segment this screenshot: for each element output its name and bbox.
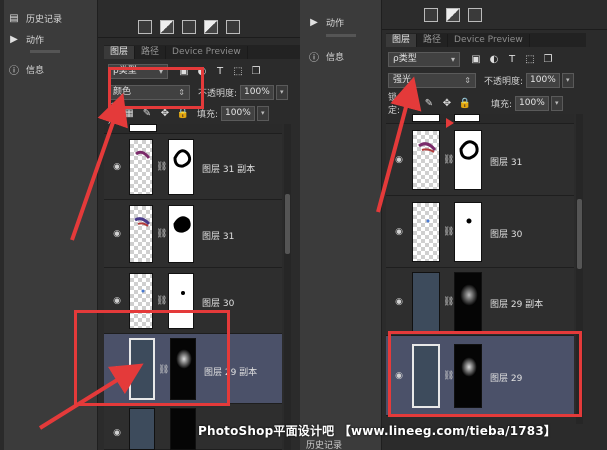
small-marker [446, 118, 454, 128]
arrow-to-blend-mode-right [376, 76, 422, 213]
arrow-to-blend-mode [70, 92, 128, 241]
watermark-text: PhotoShop平面设计吧 【www.lineeg.com/tieba/178… [198, 424, 557, 438]
annotation-arrows [38, 76, 454, 430]
arrow-to-layer [38, 363, 144, 430]
